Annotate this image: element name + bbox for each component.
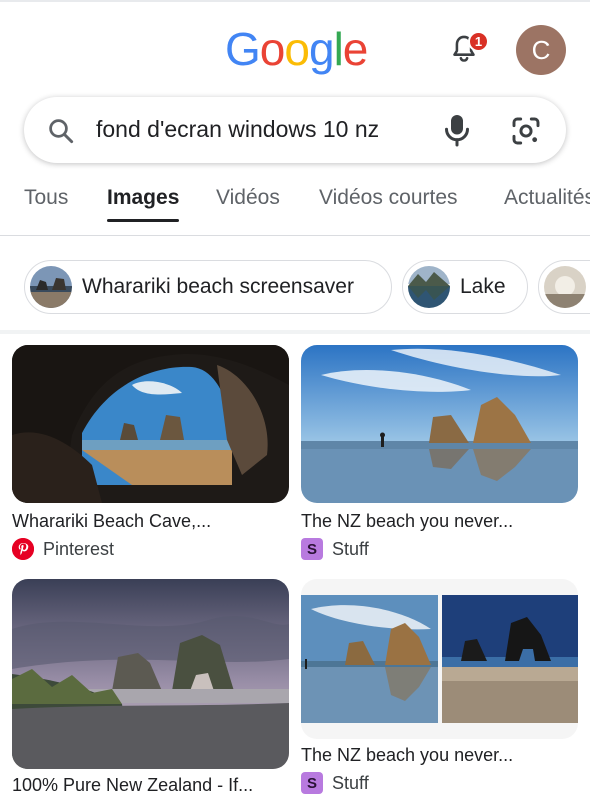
tab-all[interactable]: Tous bbox=[24, 186, 68, 210]
search-icon[interactable] bbox=[46, 116, 76, 146]
result-title[interactable]: 100% Pure New Zealand - If... bbox=[12, 775, 253, 796]
avatar[interactable]: C bbox=[516, 25, 566, 75]
suggestion-chips: Wharariki beach screensaver Lake bbox=[0, 258, 590, 318]
result-image-beach[interactable] bbox=[301, 345, 578, 503]
result-source[interactable]: Pinterest bbox=[12, 538, 114, 560]
chip-thumbnail bbox=[544, 266, 586, 308]
google-lens-icon[interactable] bbox=[510, 115, 542, 147]
result-source-label: Pinterest bbox=[43, 538, 115, 559]
search-tabs: Tous Images Vidéos Vidéos courtes Actual… bbox=[0, 176, 590, 236]
result-image-collage[interactable] bbox=[301, 579, 578, 739]
result-source-label: Stuff bbox=[332, 538, 369, 559]
header: Google 1 C bbox=[0, 0, 590, 96]
result-title[interactable]: The NZ beach you never... bbox=[301, 745, 513, 766]
result-image-dusk[interactable] bbox=[12, 579, 289, 769]
chip-thumbnail bbox=[30, 266, 72, 308]
result-source-label: Stuff bbox=[332, 772, 369, 793]
active-tab-indicator bbox=[107, 219, 179, 222]
logo-letter: e bbox=[342, 23, 369, 75]
logo-letter: o bbox=[284, 23, 310, 75]
section-divider bbox=[0, 330, 590, 334]
notification-badge: 1 bbox=[468, 31, 489, 52]
pinterest-icon bbox=[12, 538, 34, 560]
logo-letter: G bbox=[225, 23, 261, 75]
tab-images[interactable]: Images bbox=[107, 186, 179, 210]
tab-videos[interactable]: Vidéos bbox=[216, 186, 280, 210]
search-bar[interactable]: fond d'ecran windows 10 nz bbox=[24, 97, 566, 163]
chip-more[interactable] bbox=[538, 260, 590, 314]
logo-letter: o bbox=[259, 23, 286, 75]
tab-short-videos[interactable]: Vidéos courtes bbox=[319, 186, 458, 210]
microphone-icon[interactable] bbox=[442, 112, 472, 148]
result-image-cave[interactable] bbox=[12, 345, 289, 503]
result-source[interactable]: S Stuff bbox=[301, 772, 369, 794]
search-input[interactable]: fond d'ecran windows 10 nz bbox=[96, 116, 379, 143]
result-title[interactable]: Wharariki Beach Cave,... bbox=[12, 511, 211, 532]
result-title[interactable]: The NZ beach you never... bbox=[301, 511, 513, 532]
logo-letter: g bbox=[308, 23, 335, 75]
result-source[interactable]: S Stuff bbox=[301, 538, 369, 560]
chip-label: Lake bbox=[460, 275, 506, 298]
tab-news[interactable]: Actualités bbox=[504, 186, 590, 210]
google-logo[interactable]: Google bbox=[225, 22, 369, 76]
chip-lake[interactable]: Lake bbox=[402, 260, 528, 314]
chip-thumbnail bbox=[408, 266, 450, 308]
stuff-icon: S bbox=[301, 772, 323, 794]
chip-wharariki-beach-screensaver[interactable]: Wharariki beach screensaver bbox=[24, 260, 392, 314]
logo-letter: l bbox=[333, 23, 344, 75]
tabs-divider bbox=[0, 235, 590, 236]
stuff-icon: S bbox=[301, 538, 323, 560]
chip-label: Wharariki beach screensaver bbox=[82, 275, 354, 298]
